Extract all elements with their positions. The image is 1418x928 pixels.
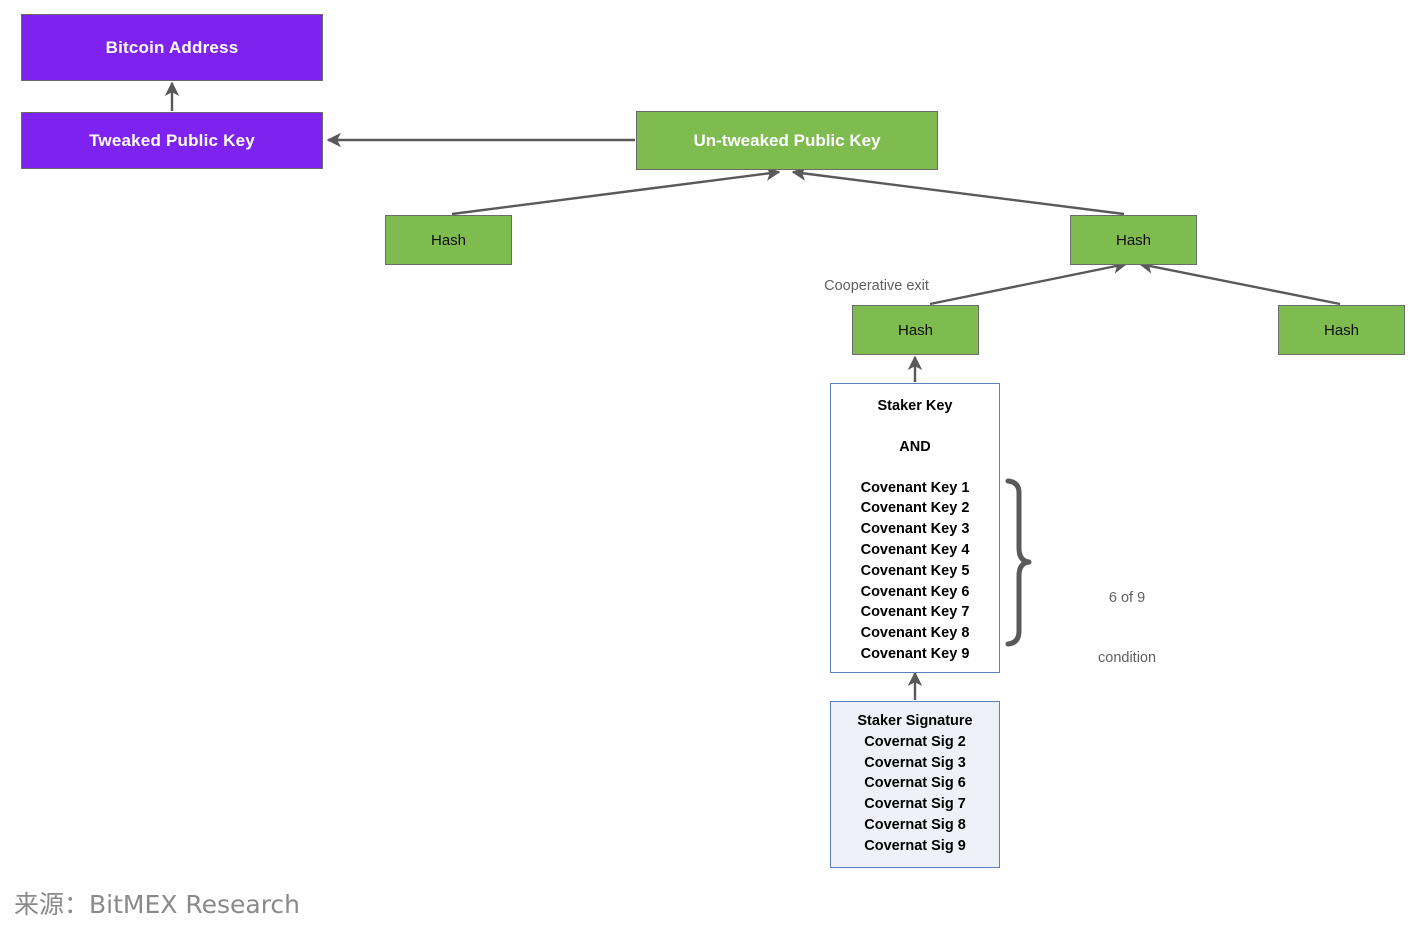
node-tweaked-public-key[interactable]: Tweaked Public Key — [21, 112, 323, 169]
covenant-sig-item: Covernat Sig 8 — [864, 816, 966, 833]
script-spacer-1 — [831, 417, 999, 437]
covenant-key-item: Covenant Key 4 — [860, 541, 970, 558]
script-operator: AND — [899, 438, 931, 455]
edge-hashleft-to-untweaked — [451, 166, 781, 216]
covenant-key-item: Covenant Key 7 — [860, 604, 970, 621]
six-of-nine-line-2: condition — [1098, 650, 1157, 666]
diagram-canvas: Bitcoin Address Tweaked Public Key Un-tw… — [0, 0, 1418, 928]
node-hash-right[interactable]: Hash — [1070, 215, 1197, 265]
node-hash-far-right[interactable]: Hash — [1278, 305, 1405, 355]
six-of-nine-brace — [1005, 478, 1032, 647]
covenant-key-item: Covenant Key 2 — [860, 500, 970, 517]
signature-header: Staker Signature — [857, 713, 973, 729]
node-hash-left-label: Hash — [430, 231, 467, 249]
node-untweaked-public-key[interactable]: Un-tweaked Public Key — [636, 111, 938, 170]
covenant-key-item: Covenant Key 8 — [860, 625, 970, 642]
node-bitcoin-address-label: Bitcoin Address — [105, 37, 239, 57]
source-attribution: 来源：BitMEX Research — [14, 890, 301, 919]
node-hash-mid-label: Hash — [897, 321, 934, 339]
covenant-key-item: Covenant Key 6 — [860, 583, 970, 600]
node-hash-left[interactable]: Hash — [385, 215, 512, 265]
node-tweaked-public-key-label: Tweaked Public Key — [89, 130, 255, 150]
signature-box-staker-and-covenant-sigs[interactable]: Staker Signature Covernat Sig 2 Covernat… — [830, 701, 1000, 868]
covenant-sig-item: Covernat Sig 3 — [864, 754, 966, 771]
cooperative-exit-label: Cooperative exit — [808, 256, 929, 316]
script-box-staker-and-covenants[interactable]: Staker Key AND Covenant Key 1 Covenant K… — [830, 383, 1000, 673]
node-hash-right-label: Hash — [1115, 231, 1152, 249]
script-spacer-2 — [831, 458, 999, 478]
script-header: Staker Key — [877, 398, 953, 414]
edge-hashfarright-to-hashright — [1138, 259, 1341, 306]
covenant-key-item: Covenant Key 3 — [860, 521, 970, 538]
covenant-sig-item: Covernat Sig 6 — [864, 775, 966, 792]
covenant-sig-item: Covernat Sig 2 — [864, 733, 966, 750]
edge-hashright-to-untweaked — [791, 166, 1125, 216]
node-untweaked-public-key-label: Un-tweaked Public Key — [693, 130, 881, 150]
covenant-key-item: Covenant Key 5 — [860, 562, 970, 579]
node-hash-far-right-label: Hash — [1323, 321, 1360, 339]
covenant-key-item: Covenant Key 9 — [860, 645, 970, 662]
covenant-key-item: Covenant Key 1 — [860, 479, 970, 496]
six-of-nine-line-1: 6 of 9 — [1108, 590, 1146, 606]
edge-hashmid-to-hashright — [929, 259, 1128, 306]
covenant-sig-item: Covernat Sig 9 — [864, 837, 966, 854]
six-of-nine-condition-label: 6 of 9 condition — [1098, 548, 1156, 708]
cooperative-exit-text: Cooperative exit — [824, 278, 929, 294]
node-bitcoin-address[interactable]: Bitcoin Address — [21, 14, 323, 81]
covenant-sig-item: Covernat Sig 7 — [864, 796, 966, 813]
